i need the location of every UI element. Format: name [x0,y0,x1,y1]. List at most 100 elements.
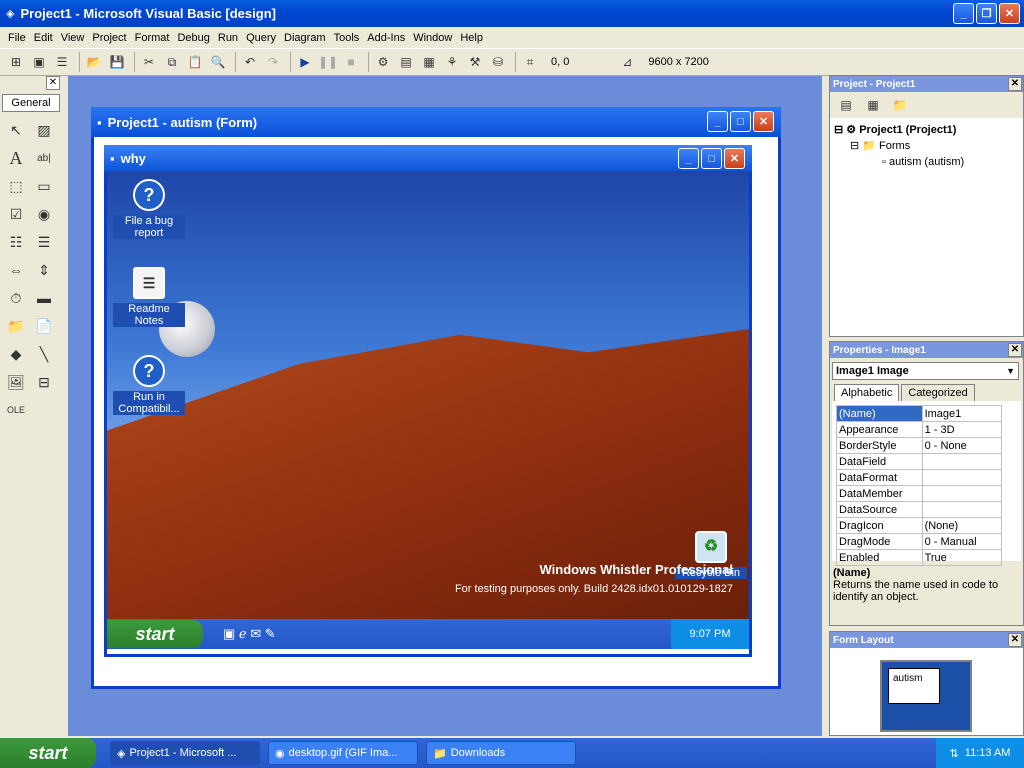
paste-icon[interactable]: 📋 [185,52,205,72]
textbox-tool-icon[interactable]: ab| [30,144,58,172]
label-tool-icon[interactable]: A [2,144,30,172]
timer-tool-icon[interactable]: ⏱ [2,284,30,312]
view-code-icon[interactable]: ▤ [836,95,856,115]
cut-icon[interactable]: ✂ [139,52,159,72]
property-value[interactable]: 1 - 3D [921,421,1003,438]
tab-categorized[interactable]: Categorized [901,384,975,401]
add-form-icon[interactable]: ▣ [29,52,49,72]
form-designer-window[interactable]: ▪ Project1 - autism (Form) _ □ ✕ ▪ why _… [91,107,781,689]
property-value[interactable]: 0 - None [921,437,1003,454]
property-row[interactable]: DragIcon (None) [836,517,1003,534]
property-value[interactable]: 0 - Manual [921,533,1003,550]
menu-edit[interactable]: Edit [30,32,57,44]
commandbutton-tool-icon[interactable]: ▭ [30,172,58,200]
tree-item[interactable]: ▫ autism (autism) [830,154,1023,170]
property-value[interactable] [921,469,1003,486]
end-icon[interactable]: ■ [341,52,361,72]
menu-format[interactable]: Format [131,32,174,44]
property-value[interactable]: (None) [921,517,1003,534]
properties-close-icon[interactable]: ✕ [1008,343,1022,357]
property-value[interactable] [921,453,1003,470]
form-layout-icon[interactable]: ▦ [419,52,439,72]
line-tool-icon[interactable]: ╲ [30,340,58,368]
undo-icon[interactable]: ↶ [240,52,260,72]
start-button[interactable]: start [0,738,96,768]
project-explorer-icon[interactable]: ⚙ [373,52,393,72]
menu-view[interactable]: View [57,32,89,44]
network-icon[interactable]: ⇅ [950,747,959,760]
image-tool-icon[interactable]: 🖼 [2,368,30,396]
form-layout-close-icon[interactable]: ✕ [1008,633,1022,647]
dirlistbox-tool-icon[interactable]: 📁 [2,312,30,340]
object-selector[interactable]: Image1 Image ▼ [832,362,1019,380]
menu-run[interactable]: Run [214,32,242,44]
menu-help[interactable]: Help [456,32,487,44]
toolbox-general-tab[interactable]: General [2,94,60,112]
vscrollbar-tool-icon[interactable]: ⇕ [30,256,58,284]
data-tool-icon[interactable]: ⊟ [30,368,58,396]
copy-icon[interactable]: ⧉ [162,52,182,72]
property-value[interactable]: Image1 [921,405,1003,422]
close-button[interactable]: ✕ [999,3,1020,24]
toolbox-icon[interactable]: ⚒ [465,52,485,72]
menu-file[interactable]: File [4,32,30,44]
properties-window-icon[interactable]: ▤ [396,52,416,72]
form-minimize-button[interactable]: _ [707,111,728,132]
drivelistbox-tool-icon[interactable]: ▬ [30,284,58,312]
taskbar-item-downloads[interactable]: 📁 Downloads [426,741,576,765]
chevron-down-icon[interactable]: ▼ [1006,366,1015,376]
menu-addins[interactable]: Add-Ins [363,32,409,44]
menu-query[interactable]: Query [242,32,280,44]
add-project-icon[interactable]: ⊞ [6,52,26,72]
data-view-icon[interactable]: ⛁ [488,52,508,72]
form-maximize-button[interactable]: □ [730,111,751,132]
listbox-tool-icon[interactable]: ☰ [30,228,58,256]
object-browser-icon[interactable]: ⚘ [442,52,462,72]
restore-button[interactable]: ❐ [976,3,997,24]
tab-alphabetic[interactable]: Alphabetic [834,384,900,401]
property-row[interactable]: Appearance 1 - 3D [836,421,1003,438]
property-row[interactable]: DataFormat [836,469,1003,486]
ole-tool-icon[interactable]: OLE [2,396,30,424]
form-close-button[interactable]: ✕ [753,111,774,132]
view-object-icon[interactable]: ▦ [863,95,883,115]
save-icon[interactable]: 💾 [107,52,127,72]
menu-window[interactable]: Window [409,32,456,44]
hscrollbar-tool-icon[interactable]: ⇔ [2,256,30,284]
frame-tool-icon[interactable]: ⬚ [2,172,30,200]
break-icon[interactable]: ❚❚ [318,52,338,72]
optionbutton-tool-icon[interactable]: ◉ [30,200,58,228]
minimize-button[interactable]: _ [953,3,974,24]
property-row[interactable]: DataMember [836,485,1003,502]
menu-debug[interactable]: Debug [173,32,213,44]
shape-tool-icon[interactable]: ◆ [2,340,30,368]
menu-diagram[interactable]: Diagram [280,32,330,44]
picturebox-tool-icon[interactable]: ▨ [30,116,58,144]
layout-form-thumb[interactable]: autism [888,668,940,704]
property-row[interactable]: DragMode 0 - Manual [836,533,1003,550]
filelistbox-tool-icon[interactable]: 📄 [30,312,58,340]
combobox-tool-icon[interactable]: ☷ [2,228,30,256]
property-value[interactable] [921,501,1003,518]
redo-icon[interactable]: ↷ [263,52,283,72]
checkbox-tool-icon[interactable]: ☑ [2,200,30,228]
menu-editor-icon[interactable]: ☰ [52,52,72,72]
toggle-folders-icon[interactable]: 📁 [890,95,910,115]
taskbar-item-vb[interactable]: ◈ Project1 - Microsoft ... [110,741,260,765]
open-icon[interactable]: 📂 [84,52,104,72]
image-control[interactable]: ▪ why _ □ ✕ ? File a bug report ☰ Readme… [104,145,752,657]
tree-root[interactable]: ⊟ ⚙ Project1 (Project1) [830,122,1023,138]
project-explorer-close-icon[interactable]: ✕ [1008,77,1022,91]
property-row[interactable]: BorderStyle 0 - None [836,437,1003,454]
tree-folder[interactable]: ⊟ 📁 Forms [830,138,1023,154]
toolbox-close-icon[interactable]: ✕ [46,76,60,90]
menu-project[interactable]: Project [88,32,130,44]
property-value[interactable] [921,485,1003,502]
property-row[interactable]: (Name) Image1 [836,405,1003,422]
menu-tools[interactable]: Tools [330,32,364,44]
taskbar-item-gif[interactable]: ◉ desktop.gif (GIF Ima... [268,741,418,765]
property-row[interactable]: DataField [836,453,1003,470]
property-row[interactable]: DataSource [836,501,1003,518]
start-icon[interactable]: ▶ [295,52,315,72]
find-icon[interactable]: 🔍 [208,52,228,72]
